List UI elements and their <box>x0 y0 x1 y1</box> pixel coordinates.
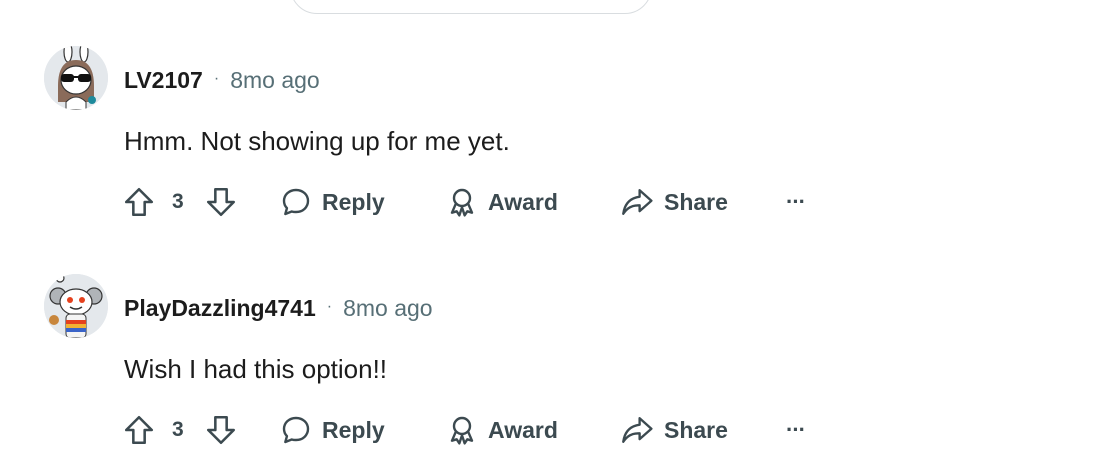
ellipsis-icon: ··· <box>786 189 806 214</box>
comment-meta: PlayDazzling4741 · 8mo ago <box>124 294 433 322</box>
more-options-button[interactable]: ··· <box>786 182 806 222</box>
arrow-down-icon <box>206 415 236 445</box>
reply-label: Reply <box>322 188 385 215</box>
comment-actions: 3 Reply Award Share ··· <box>120 182 840 222</box>
reply-button[interactable]: Reply <box>280 182 385 222</box>
ellipsis-icon: ··· <box>786 417 806 442</box>
share-arrow-icon <box>622 189 653 215</box>
ribbon-award-icon <box>450 188 474 217</box>
username[interactable]: LV2107 <box>124 67 203 94</box>
comment-text: Hmm. Not showing up for me yet. <box>124 126 510 156</box>
downvote-button[interactable] <box>204 410 238 450</box>
avatar-image <box>44 46 108 110</box>
timestamp[interactable]: 8mo ago <box>343 295 433 322</box>
speech-bubble-icon <box>282 416 310 444</box>
share-button[interactable]: Share <box>620 410 728 450</box>
username[interactable]: PlayDazzling4741 <box>124 295 316 322</box>
avatar[interactable] <box>44 274 108 338</box>
arrow-up-icon <box>124 415 154 445</box>
arrow-down-icon <box>206 187 236 217</box>
reply-button[interactable]: Reply <box>280 410 385 450</box>
award-button[interactable]: Award <box>446 410 558 450</box>
vote-score: 3 <box>172 418 184 441</box>
separator-dot: · <box>213 70 220 87</box>
share-arrow-icon <box>622 417 653 443</box>
upvote-button[interactable] <box>122 410 156 450</box>
reply-label: Reply <box>322 416 385 443</box>
avatar-image <box>44 274 108 338</box>
comment-text: Wish I had this option!! <box>124 354 388 384</box>
downvote-button[interactable] <box>204 182 238 222</box>
share-label: Share <box>664 188 728 215</box>
upvote-button[interactable] <box>122 182 156 222</box>
award-label: Award <box>488 416 558 443</box>
arrow-up-icon <box>124 187 154 217</box>
comment-meta: LV2107 · 8mo ago <box>124 66 320 94</box>
avatar[interactable] <box>44 46 108 110</box>
award-label: Award <box>488 188 558 215</box>
award-button[interactable]: Award <box>446 182 558 222</box>
comment-actions: 3 Reply Award Share ··· <box>120 410 840 450</box>
share-label: Share <box>664 416 728 443</box>
separator-dot: · <box>326 298 333 315</box>
share-button[interactable]: Share <box>620 182 728 222</box>
vote-score: 3 <box>172 190 184 213</box>
top-pill-button[interactable] <box>290 0 652 14</box>
more-options-button[interactable]: ··· <box>786 410 806 450</box>
timestamp[interactable]: 8mo ago <box>230 67 320 94</box>
ribbon-award-icon <box>450 416 474 445</box>
speech-bubble-icon <box>282 188 310 216</box>
